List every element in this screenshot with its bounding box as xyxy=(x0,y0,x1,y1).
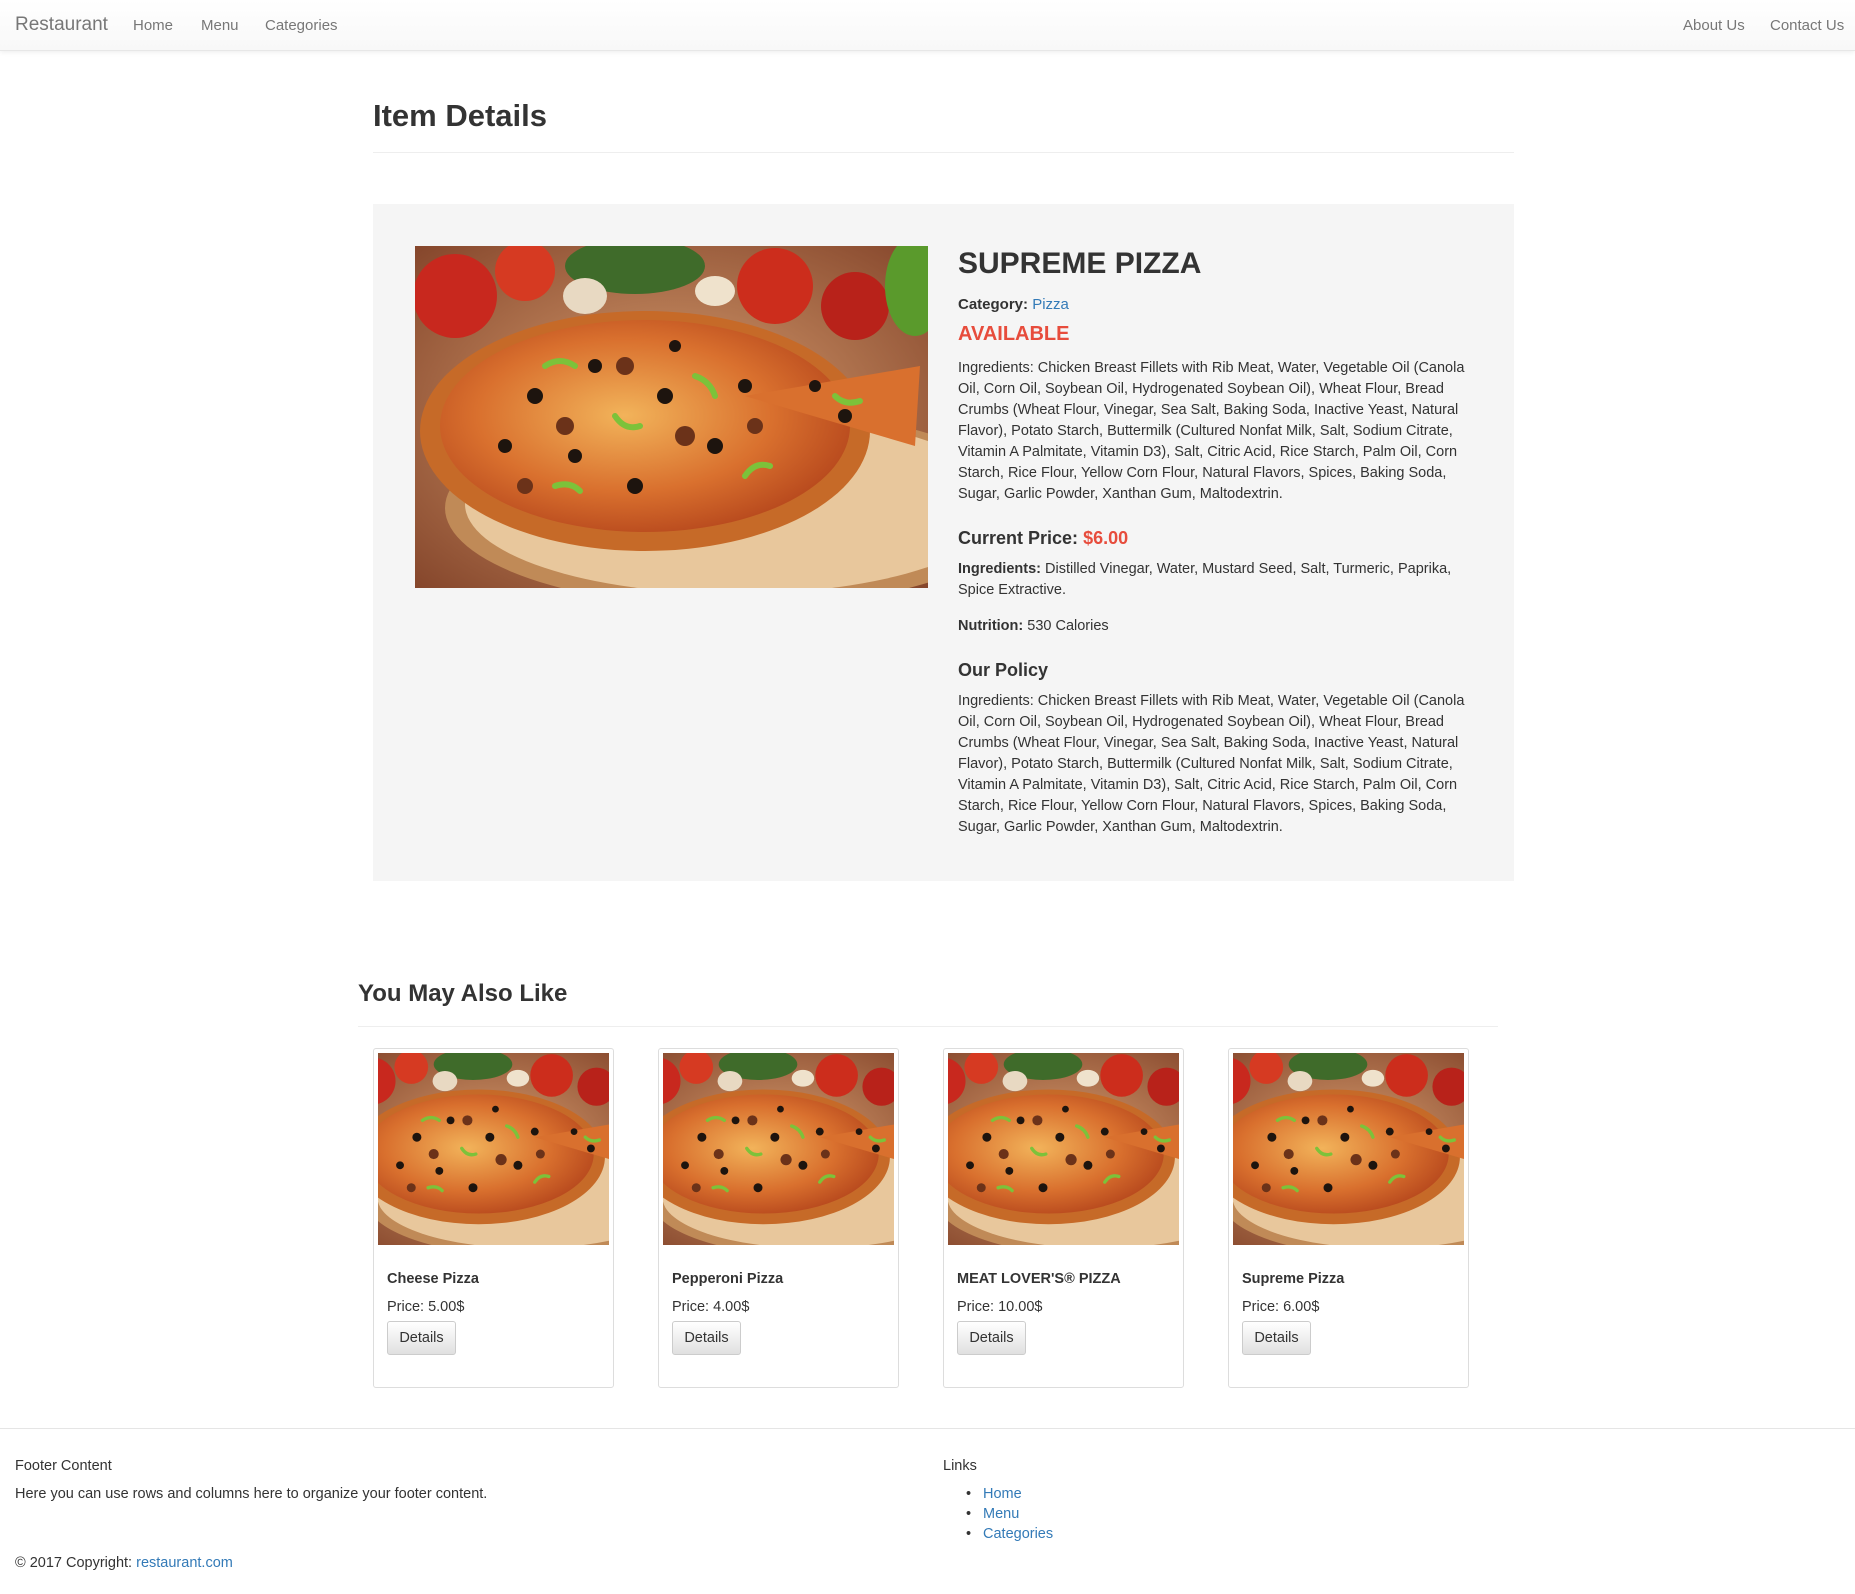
footer-link-home[interactable]: Home xyxy=(966,1486,1053,1506)
details-button[interactable]: Details xyxy=(1242,1321,1311,1355)
title-divider xyxy=(373,152,1514,153)
price-value: $6.00 xyxy=(1083,528,1129,548)
card-price: Price: 4.00$ xyxy=(672,1299,750,1315)
nav-about-us[interactable]: About Us xyxy=(1683,17,1745,34)
footer-divider xyxy=(0,1428,1855,1429)
copyright-link[interactable]: restaurant.com xyxy=(136,1555,233,1571)
footer-text: Here you can use rows and columns here t… xyxy=(15,1486,488,1502)
price-label: Current Price: xyxy=(958,528,1079,548)
ingredients-label: Ingredients: xyxy=(958,561,1041,577)
policy-text: Ingredients: Chicken Breast Fillets with… xyxy=(958,693,1465,835)
nav-categories[interactable]: Categories xyxy=(265,17,338,34)
category-label: Category: xyxy=(958,296,1029,313)
copyright: © 2017 Copyright: restaurant.com xyxy=(15,1555,233,1571)
card-price: Price: 5.00$ xyxy=(387,1299,465,1315)
footer-link-categories[interactable]: Categories xyxy=(966,1526,1053,1546)
footer-link-menu[interactable]: Menu xyxy=(966,1506,1053,1526)
footer-links-heading: Links xyxy=(943,1458,977,1474)
related-card: Pepperoni Pizza Price: 4.00$ Details xyxy=(658,1048,899,1388)
page-title: Item Details xyxy=(373,98,548,133)
related-title: You May Also Like xyxy=(358,980,568,1007)
nutrition-value: 530 Calories xyxy=(1027,618,1109,634)
card-image xyxy=(378,1053,609,1245)
pizza-photo-icon xyxy=(378,1053,609,1245)
nav-menu[interactable]: Menu xyxy=(201,17,239,34)
details-button[interactable]: Details xyxy=(672,1321,741,1355)
card-image xyxy=(948,1053,1179,1245)
footer-heading: Footer Content xyxy=(15,1458,112,1474)
navbar: Restaurant Home Menu Categories About Us… xyxy=(0,0,1855,51)
card-price: Price: 6.00$ xyxy=(1242,1299,1320,1315)
details-button[interactable]: Details xyxy=(387,1321,456,1355)
category-link[interactable]: Pizza xyxy=(1032,296,1069,313)
item-ingredients-secondary: Ingredients: Distilled Vinegar, Water, M… xyxy=(958,559,1478,601)
brand-link[interactable]: Restaurant xyxy=(15,14,108,36)
card-image xyxy=(1233,1053,1464,1245)
related-divider xyxy=(358,1026,1498,1027)
card-image xyxy=(663,1053,894,1245)
card-title: Supreme Pizza xyxy=(1242,1271,1345,1287)
related-card: Supreme Pizza Price: 6.00$ Details xyxy=(1228,1048,1469,1388)
item-name: SUPREME PIZZA xyxy=(958,247,1202,280)
pizza-photo-icon xyxy=(415,246,928,588)
pizza-photo-icon xyxy=(948,1053,1179,1245)
item-nutrition: Nutrition: 530 Calories xyxy=(958,616,1478,637)
item-image xyxy=(415,246,928,588)
footer-links: Home Menu Categories xyxy=(966,1486,1053,1546)
copyright-text: © 2017 Copyright: xyxy=(15,1555,133,1571)
policy-title: Our Policy xyxy=(958,660,1049,680)
nav-contact-us[interactable]: Contact Us xyxy=(1770,17,1844,34)
pizza-photo-icon xyxy=(663,1053,894,1245)
status-badge: AVAILABLE xyxy=(958,323,1070,345)
item-ingredients: Ingredients: Chicken Breast Fillets with… xyxy=(958,360,1465,502)
related-card: Cheese Pizza Price: 5.00$ Details xyxy=(373,1048,614,1388)
details-button[interactable]: Details xyxy=(957,1321,1026,1355)
card-title: MEAT LOVER'S® PIZZA xyxy=(957,1271,1121,1287)
pizza-photo-icon xyxy=(1233,1053,1464,1245)
card-title: Pepperoni Pizza xyxy=(672,1271,784,1287)
related-card: MEAT LOVER'S® PIZZA Price: 10.00$ Detail… xyxy=(943,1048,1184,1388)
card-price: Price: 10.00$ xyxy=(957,1299,1043,1315)
card-title: Cheese Pizza xyxy=(387,1271,479,1287)
nutrition-label: Nutrition: xyxy=(958,618,1024,634)
nav-home[interactable]: Home xyxy=(133,17,173,34)
item-category: Category: Pizza xyxy=(958,296,1478,313)
item-price: Current Price: $6.00 xyxy=(958,528,1478,549)
